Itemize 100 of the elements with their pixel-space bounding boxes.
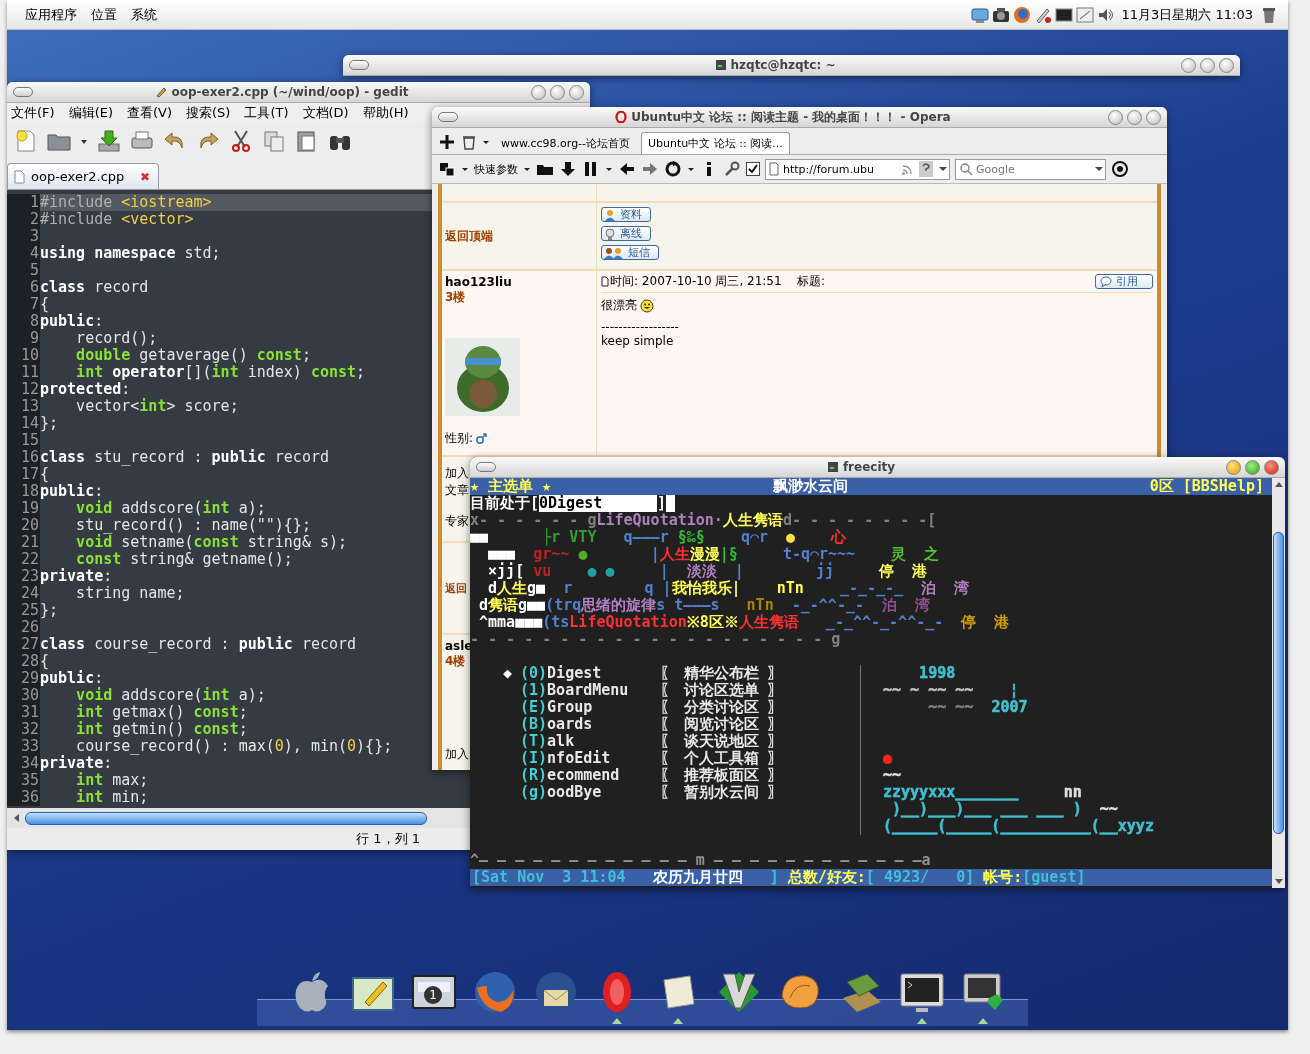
menu-option[interactable]: (0)Digest — [520, 665, 660, 682]
ascii-art-line: ^mma■■■(tsLifeQuotation※8区※人生隽语 _-_^^-_-^^-_- 停 港 — [478, 614, 1010, 631]
code-line: void addscore(int a); — [75, 500, 266, 517]
menu-item[interactable]: 编辑(E) — [68, 104, 113, 122]
question-icon[interactable] — [919, 161, 933, 177]
location-label: 目前处于[ — [470, 495, 540, 512]
line-number: 28 — [7, 653, 40, 670]
line-number: 21 — [7, 534, 40, 551]
post-author[interactable]: hao123liu — [445, 275, 596, 289]
quote-button[interactable]: 引用 — [1095, 274, 1153, 289]
code-line: public: — [40, 313, 104, 330]
code-line: void addscore(int a); — [75, 687, 266, 704]
menu-option[interactable]: (I)nfoEdit — [520, 750, 660, 767]
code-line: stu_record() : name(""){}; — [75, 517, 311, 534]
close-button[interactable] — [1264, 459, 1279, 475]
back-icon[interactable] — [618, 160, 636, 178]
window-menu-button[interactable] — [476, 462, 496, 472]
reload-icon[interactable] — [664, 160, 682, 178]
back-to-top-link[interactable]: 返回 — [445, 580, 467, 596]
globe-icon[interactable] — [1012, 5, 1031, 24]
ascii-art-line: (_____(_____(__________(__xyyz — [883, 818, 1154, 835]
profile-button[interactable]: 资料 — [601, 207, 651, 222]
menu-item[interactable]: 搜索(S) — [186, 104, 231, 122]
menu-option[interactable]: (g)oodBye — [520, 784, 660, 801]
tiles-icon[interactable] — [438, 160, 456, 178]
ascii-art-line: ~~ ~~ 2007 — [927, 699, 1028, 716]
bbs-name: 飘渺水云间 — [772, 478, 848, 495]
search-field[interactable]: Google — [955, 158, 1106, 180]
menu-option[interactable]: (T)alk — [520, 733, 660, 750]
back-to-top-link[interactable]: 返回顶端 — [445, 227, 493, 245]
close-button[interactable] — [1146, 109, 1161, 125]
window-menu-button[interactable] — [438, 112, 458, 122]
minimize-button[interactable] — [1226, 459, 1241, 475]
quick-preferences-menu[interactable]: 快速参数 — [474, 161, 518, 177]
scrollbar-thumb[interactable] — [25, 811, 427, 825]
profile-button[interactable]: 短信 — [601, 245, 659, 260]
ascii-art-line: d人生g■ r q |我怡我乐| nTn _-_-_-_ 泊 湾 — [487, 580, 970, 597]
minimize-button[interactable] — [1181, 57, 1196, 73]
feed-icon[interactable] — [901, 162, 915, 176]
menu-option[interactable]: (B)oards — [520, 716, 660, 733]
menu-item[interactable]: 文档(D) — [302, 104, 349, 122]
panel-menu[interactable]: 系统 — [131, 5, 157, 24]
menu-item[interactable]: 帮助(H) — [362, 104, 409, 122]
menu-item[interactable]: 工具(T) — [244, 104, 289, 122]
ascii-art-line: ● — [883, 750, 893, 767]
code-line: public: — [40, 670, 104, 687]
profile-button[interactable]: 离线 — [601, 226, 651, 241]
trash-icon[interactable] — [1260, 5, 1278, 24]
text-cursor — [666, 495, 676, 512]
forward-icon[interactable] — [641, 160, 659, 178]
browser-tab[interactable]: Ubuntu中文 论坛 :: 阅读... — [641, 132, 790, 154]
scroll-down-icon[interactable] — [1273, 877, 1284, 885]
window-menu-button[interactable] — [349, 60, 369, 70]
minimize-button[interactable] — [1108, 109, 1123, 125]
monitor-icon[interactable] — [1054, 5, 1073, 24]
minimize-button[interactable] — [531, 84, 546, 100]
terminal-icon — [826, 461, 839, 473]
line-number: 13 — [7, 398, 40, 415]
close-button[interactable] — [569, 84, 584, 100]
checkbox[interactable] — [746, 162, 760, 176]
line-number: 30 — [7, 687, 40, 704]
trash-icon[interactable] — [460, 133, 478, 151]
light-bulb-icon — [604, 227, 616, 240]
wrench-icon[interactable] — [723, 160, 741, 178]
target-icon[interactable] — [1111, 160, 1129, 178]
ascii-art-line: ■■■ gr~~ ● |人生漫漫|§ t-q⌒r~~~ 灵 之 — [487, 546, 940, 563]
close-button[interactable] — [1219, 57, 1234, 73]
maximize-button[interactable] — [1245, 459, 1260, 475]
tab-label[interactable]: oop-exer2.cpp — [31, 169, 125, 184]
panel-menu[interactable]: 位置 — [91, 5, 117, 24]
clock[interactable]: 11月3日星期六 11:03 — [1121, 5, 1253, 24]
line-number: 11 — [7, 364, 40, 381]
line-number: 31 — [7, 704, 40, 721]
menu-item[interactable]: 查看(V) — [127, 104, 173, 122]
save-icon[interactable] — [96, 128, 122, 154]
menu-item[interactable]: 文件(F) — [11, 104, 55, 122]
tab-close-button[interactable]: ✖ — [139, 169, 150, 184]
vertical-scrollbar[interactable] — [1272, 478, 1285, 888]
scroll-left-icon[interactable] — [13, 813, 21, 823]
camera-icon[interactable] — [991, 5, 1010, 24]
document-tab[interactable]: oop-exer2.cpp ✖ — [7, 163, 159, 189]
plus-icon[interactable] — [438, 133, 456, 151]
maximize-button[interactable] — [550, 84, 565, 100]
scrollbar-thumb[interactable] — [1273, 532, 1284, 834]
code-line: class course_record : public record — [40, 636, 357, 653]
maximize-button[interactable] — [1200, 57, 1215, 73]
menu-option[interactable]: (1)BoardMenu — [520, 682, 660, 699]
panel-menu[interactable]: 应用程序 — [25, 5, 77, 24]
browser-tab[interactable]: www.cc98.org--论坛首页 — [494, 132, 638, 154]
maximize-button[interactable] — [1127, 109, 1142, 125]
menu-option[interactable]: (E)Group — [520, 699, 660, 716]
down-arrow-icon[interactable] — [559, 160, 577, 178]
scroll-up-icon[interactable] — [1273, 481, 1284, 489]
address-field[interactable]: http://forum.ubu — [765, 158, 950, 180]
line-number: 8 — [7, 313, 40, 330]
line-number: 17 — [7, 466, 40, 483]
menu-option[interactable]: (R)ecommend — [520, 767, 660, 784]
window-menu-button[interactable] — [13, 87, 33, 97]
network-icon[interactable] — [970, 5, 989, 24]
letter-o-icon — [615, 111, 628, 123]
